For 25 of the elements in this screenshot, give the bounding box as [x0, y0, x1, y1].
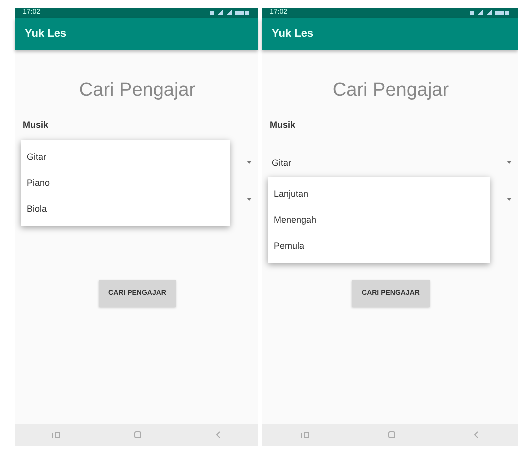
- dropdown-arrow-icon[interactable]: [507, 198, 512, 201]
- page-heading: Cari Pengajar: [79, 80, 196, 102]
- home-icon[interactable]: [134, 431, 142, 439]
- status-icons: [470, 10, 510, 16]
- field-label: Musik: [270, 120, 297, 130]
- menu-option[interactable]: Gitar: [21, 144, 230, 170]
- recents-icon[interactable]: [301, 432, 310, 438]
- menu-option[interactable]: Piano: [21, 170, 230, 196]
- menu-option[interactable]: Biola: [21, 196, 230, 222]
- dropdown-value[interactable]: Gitar: [270, 158, 292, 168]
- app-title: Yuk Les: [272, 28, 314, 40]
- back-icon[interactable]: [474, 431, 479, 439]
- app-title: Yuk Les: [25, 28, 67, 40]
- back-icon[interactable]: [216, 431, 222, 439]
- home-icon[interactable]: [388, 431, 396, 439]
- menu-option[interactable]: Pemula: [268, 233, 490, 259]
- menu-option[interactable]: Lanjutan: [268, 181, 490, 207]
- recents-icon[interactable]: [52, 432, 61, 438]
- dropdown-arrow-icon[interactable]: [247, 198, 252, 201]
- field-label: Musik: [23, 120, 50, 130]
- page-heading: Cari Pengajar: [332, 80, 450, 102]
- status-icons: [210, 10, 250, 16]
- dropdown-arrow-icon[interactable]: [507, 161, 512, 164]
- dropdown-arrow-icon[interactable]: [247, 161, 252, 164]
- menu-option[interactable]: Menengah: [268, 207, 490, 233]
